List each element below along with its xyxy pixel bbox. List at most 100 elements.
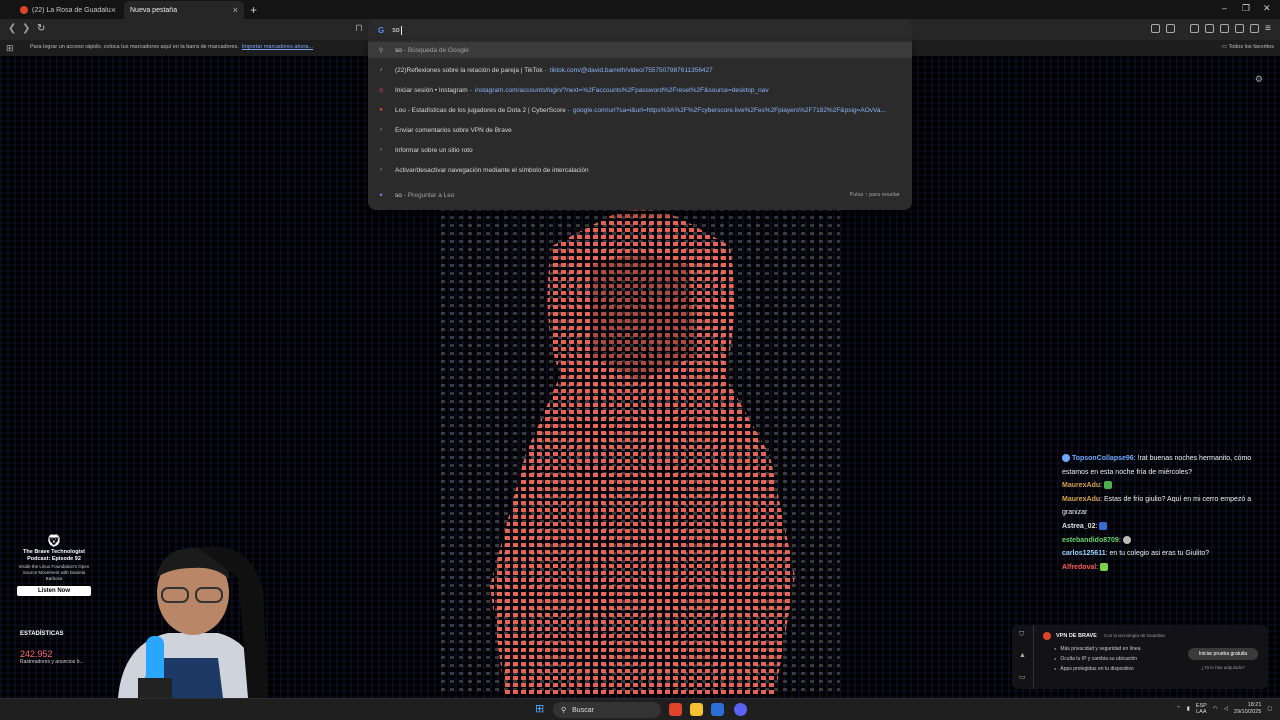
chevron-right-icon: › bbox=[380, 147, 382, 153]
suggestion-instagram[interactable]: ◎ Iniciar sesión • Instagram - instagram.c… bbox=[368, 82, 912, 98]
suggestion-report-site[interactable]: › Informar sobre un sitio roto bbox=[368, 142, 912, 158]
promo-title: The Brave Technologist Podcast: Episode … bbox=[23, 549, 85, 562]
search-icon: ⚲ bbox=[378, 47, 384, 54]
brave-shields-icon[interactable] bbox=[1151, 24, 1160, 33]
suggestion-vpn-feedback[interactable]: › Enviar comentarios sobre VPN de Brave bbox=[368, 122, 912, 138]
vpn-side-rail: ⛉ ▲ ▭ bbox=[1012, 625, 1034, 689]
listen-now-button[interactable]: Listen Now bbox=[17, 586, 91, 596]
leo-icon: ✦ bbox=[378, 192, 384, 199]
already-purchased-link[interactable]: ¿Ya lo has adquirido? bbox=[1188, 665, 1258, 670]
sidebar-icon[interactable] bbox=[1190, 24, 1199, 33]
youtube-icon bbox=[20, 6, 28, 14]
vpn-title: VPN DE BRAVE bbox=[1056, 633, 1097, 639]
emote-icon bbox=[1122, 535, 1131, 544]
discord-icon[interactable] bbox=[734, 703, 747, 716]
taskbar-search[interactable]: ⚲ Buscar bbox=[553, 702, 661, 718]
vpn-bullet: Más privacidad y seguridad en línea bbox=[1054, 646, 1140, 652]
chat-message: Astrea_02: bbox=[1062, 520, 1278, 534]
matrix-figure-wallpaper bbox=[440, 206, 840, 696]
wallet-icon[interactable] bbox=[1220, 24, 1229, 33]
forward-icon[interactable]: ❯ bbox=[22, 23, 30, 34]
chevron-up-icon[interactable]: ⌃ bbox=[1176, 706, 1181, 712]
brave-vpn-icon bbox=[1043, 632, 1051, 640]
chat-message: estebandido8709: bbox=[1062, 534, 1278, 548]
vpn-bullet: Apps protegidas en tu dispositivo bbox=[1054, 666, 1133, 672]
extensions-icon[interactable] bbox=[1250, 24, 1259, 33]
webcam-overlay bbox=[118, 546, 268, 698]
text-caret bbox=[400, 25, 402, 35]
language-indicator[interactable]: ESP LAA bbox=[1196, 703, 1207, 715]
network-icon[interactable]: ▮ bbox=[1187, 706, 1190, 712]
suggestion-ask-leo[interactable]: ✦ so - Preguntar a Leo Pulsa ↑ para resal… bbox=[368, 187, 912, 203]
leo-icon[interactable] bbox=[1235, 24, 1244, 33]
stream-chat: TopsonCollapse96: !rat buenas noches her… bbox=[1062, 452, 1278, 574]
brave-lion-icon: 🦁︎ bbox=[45, 533, 63, 548]
address-bar[interactable]: G so bbox=[368, 20, 912, 40]
suggestion-tiktok[interactable]: ♪ (22)Reflexiones sobre la relación de p… bbox=[368, 62, 912, 78]
tab-title: Nueva pestaña bbox=[130, 6, 178, 14]
steam-icon[interactable] bbox=[711, 703, 724, 716]
file-explorer-icon[interactable] bbox=[690, 703, 703, 716]
chevron-right-icon: › bbox=[380, 167, 382, 173]
window-icon[interactable]: ▭ bbox=[1019, 673, 1026, 681]
chat-message: Alfredoval: bbox=[1062, 561, 1278, 575]
vpn-powered-by: Con la tecnología de Guardian bbox=[1104, 633, 1166, 638]
tab-new-tab[interactable]: Nueva pestaña × bbox=[124, 1, 244, 19]
apps-grid-icon[interactable]: ⊞ bbox=[6, 43, 14, 54]
page-icon: ● bbox=[379, 107, 383, 113]
tab-la-rosa[interactable]: (22) La Rosa de Guadalupe | LA MAN × bbox=[14, 1, 122, 19]
notification-icon[interactable]: ◻ bbox=[1267, 706, 1272, 712]
new-tab-button[interactable]: + bbox=[250, 3, 257, 17]
maximize-icon[interactable]: ❐ bbox=[1242, 3, 1250, 14]
vpn-promo-panel: ⛉ ▲ ▭ VPN DE BRAVE Con la tecnología de … bbox=[1012, 625, 1268, 689]
stats-widget: ESTADÍSTICAS 242.952 Rastreadores y anun… bbox=[20, 631, 110, 665]
wifi-icon[interactable]: ◠ bbox=[1213, 706, 1218, 712]
tab-strip: (22) La Rosa de Guadalupe | LA MAN × Nue… bbox=[0, 0, 1280, 19]
stats-value: 242.952 bbox=[20, 649, 53, 659]
stats-label: Rastreadores y anuncios b... bbox=[20, 659, 84, 665]
chat-message: MaurexAdu: Estas de frío giulio? Aquí en… bbox=[1062, 495, 1252, 517]
podcast-promo: 🦁︎ The Brave Technologist Podcast: Episo… bbox=[14, 533, 94, 596]
reload-icon[interactable]: ↻ bbox=[37, 23, 45, 34]
import-bookmarks-link[interactable]: Importar marcadores ahora... bbox=[242, 44, 313, 50]
bookmarks-hint: Para lograr un acceso rápido, coloca tus… bbox=[30, 44, 314, 50]
stats-title: ESTADÍSTICAS bbox=[20, 631, 64, 637]
volume-icon[interactable]: ◁ bbox=[1224, 706, 1228, 712]
badge-icon bbox=[1062, 454, 1070, 463]
windows-start-icon[interactable]: ⊞ bbox=[535, 704, 546, 715]
tab-title: (22) La Rosa de Guadalupe | LA MAN bbox=[32, 6, 111, 14]
chat-message: MaurexAdu: bbox=[1062, 479, 1278, 493]
promo-subtitle: Inside the Linux Foundation's Open Sourc… bbox=[18, 564, 90, 581]
chat-message: TopsonCollapse96: !rat buenas noches her… bbox=[1062, 454, 1252, 476]
brave-browser-icon[interactable] bbox=[669, 703, 682, 716]
clock[interactable]: 18:21 29/10/2025 bbox=[1234, 702, 1262, 716]
close-icon[interactable]: × bbox=[111, 5, 116, 15]
shield-icon[interactable]: ⛉ bbox=[1019, 631, 1024, 639]
menu-icon[interactable]: ≡ bbox=[1265, 23, 1271, 34]
minimize-icon[interactable]: – bbox=[1222, 3, 1227, 13]
emote-icon bbox=[1104, 481, 1113, 490]
close-icon[interactable]: × bbox=[233, 5, 238, 15]
vpn-bullet: Oculta tu IP y cambia su ubicación bbox=[1054, 656, 1137, 662]
keyboard-hint: Pulsa ↑ para resaltar bbox=[849, 192, 900, 198]
instagram-icon: ◎ bbox=[378, 87, 384, 94]
gear-icon[interactable]: ⚙ bbox=[1255, 74, 1263, 85]
close-window-icon[interactable]: ✕ bbox=[1263, 3, 1271, 14]
chevron-right-icon: › bbox=[380, 127, 382, 133]
suggestion-google-search[interactable]: ⚲ so - Búsqueda de Google bbox=[368, 42, 912, 58]
address-input[interactable]: so bbox=[392, 27, 399, 34]
all-favorites-button[interactable]: ▭ Todos los favoritos bbox=[1222, 44, 1274, 50]
reading-list-icon[interactable] bbox=[1205, 24, 1214, 33]
rewards-icon[interactable] bbox=[1166, 24, 1175, 33]
emote-icon bbox=[1099, 522, 1108, 531]
start-free-trial-button[interactable]: Iniciar prueba gratuita bbox=[1188, 648, 1258, 660]
back-icon[interactable]: ❮ bbox=[8, 23, 16, 34]
search-icon: ⚲ bbox=[561, 707, 567, 714]
suggestion-caret-browsing[interactable]: › Activar/desactivar navegación mediante… bbox=[368, 162, 912, 178]
suggestion-cyberscore[interactable]: ● Lou - Estadísticas de los jugadores de… bbox=[368, 102, 912, 118]
google-icon: G bbox=[378, 25, 385, 35]
warning-icon[interactable]: ▲ bbox=[1019, 652, 1026, 659]
emote-icon bbox=[1100, 562, 1109, 571]
bookmark-icon[interactable]: ⊓ bbox=[355, 23, 363, 34]
system-tray: ⌃ ▮ ESP LAA ◠ ◁ 18:21 29/10/2025 ◻ bbox=[1176, 702, 1272, 716]
